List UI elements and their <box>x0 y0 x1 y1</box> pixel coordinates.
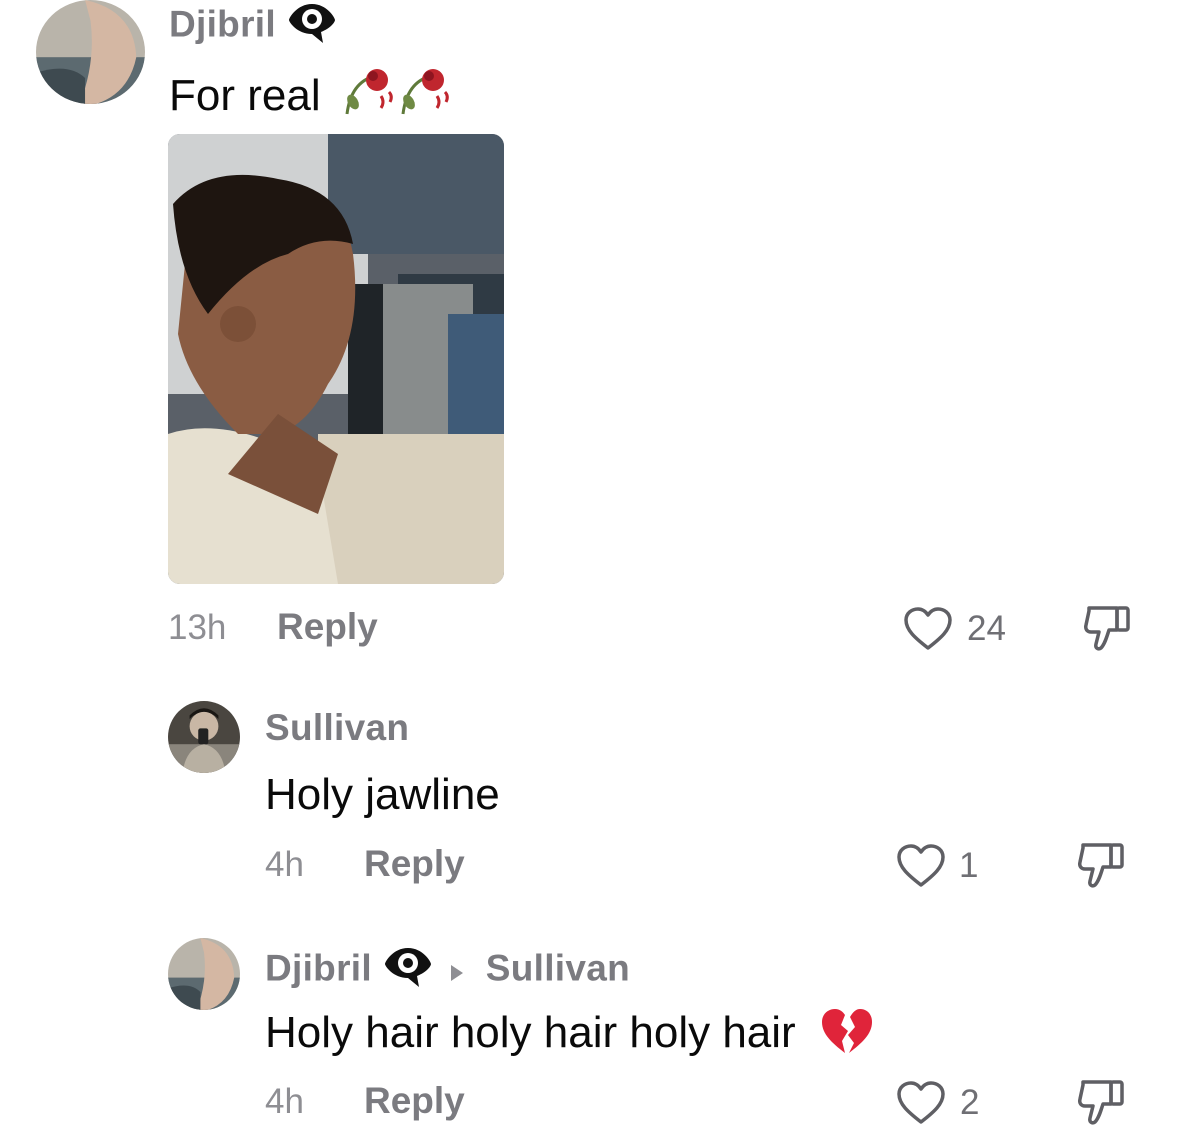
avatar-djibril[interactable] <box>168 938 240 1010</box>
heart-outline-icon[interactable] <box>896 843 946 889</box>
eye-badge-icon <box>287 0 337 53</box>
thumbs-down-icon[interactable] <box>1075 839 1127 891</box>
broken-heart-emoji-icon <box>820 1007 874 1068</box>
reply-to-username[interactable]: Sullivan <box>486 947 630 988</box>
comment-time: 4h <box>265 1082 304 1121</box>
comment-text: For real <box>169 62 453 129</box>
heart-outline-icon[interactable] <box>903 606 953 652</box>
like-count: 2 <box>960 1083 980 1122</box>
avatar-djibril[interactable] <box>36 0 145 104</box>
reply-button[interactable]: Reply <box>277 606 378 648</box>
comment-username[interactable]: Djibril <box>169 0 337 53</box>
avatar-sullivan[interactable] <box>168 701 240 773</box>
wilted-rose-emoji-icon <box>397 62 453 129</box>
like-count: 1 <box>959 846 979 885</box>
reply-button[interactable]: Reply <box>364 1080 465 1122</box>
caret-right-icon <box>449 950 465 992</box>
wilted-rose-emoji-icon <box>341 62 397 129</box>
thumbs-down-icon[interactable] <box>1075 1076 1127 1128</box>
like-count: 24 <box>967 609 1006 648</box>
thumbs-down-icon[interactable] <box>1081 602 1133 654</box>
comment-time: 13h <box>168 608 227 647</box>
eye-badge-icon <box>383 944 433 997</box>
heart-outline-icon[interactable] <box>896 1080 946 1126</box>
comment-username[interactable]: Djibril Sullivan <box>265 944 630 997</box>
comment-text: Holy hair holy hair holy hair <box>265 1007 874 1068</box>
comment-text: Holy jawline <box>265 770 500 819</box>
comment-username[interactable]: Sullivan <box>265 707 409 749</box>
reply-button[interactable]: Reply <box>364 843 465 885</box>
comment-time: 4h <box>265 845 304 884</box>
comment-photo[interactable] <box>168 134 504 584</box>
